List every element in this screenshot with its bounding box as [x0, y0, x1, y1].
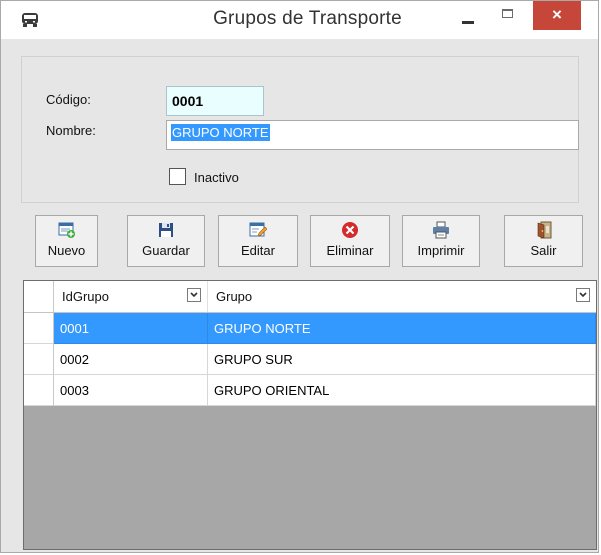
cell-grupo[interactable]: GRUPO NORTE: [208, 313, 596, 344]
chevron-down-icon[interactable]: [187, 288, 201, 302]
main-window: Grupos de Transporte × Código: 0001 Nomb…: [0, 0, 599, 553]
salir-button[interactable]: Salir: [504, 215, 583, 267]
printer-icon: [432, 221, 450, 239]
codigo-field[interactable]: 0001: [166, 86, 264, 116]
table-row[interactable]: 0001 GRUPO NORTE: [24, 313, 596, 344]
nombre-label: Nombre:: [46, 123, 96, 138]
minimize-button[interactable]: [453, 1, 483, 31]
delete-x-icon: [341, 221, 359, 239]
table-row[interactable]: 0002 GRUPO SUR: [24, 344, 596, 375]
column-header-grupo[interactable]: Grupo: [208, 281, 596, 312]
maximize-icon: [502, 9, 513, 18]
imprimir-label: Imprimir: [417, 243, 465, 258]
eliminar-button[interactable]: Eliminar: [310, 215, 390, 267]
cell-grupo[interactable]: GRUPO ORIENTAL: [208, 375, 596, 406]
grid-corner[interactable]: [24, 281, 54, 312]
minimize-icon: [462, 21, 474, 24]
edit-pencil-icon: [249, 221, 268, 239]
maximize-button[interactable]: [493, 1, 523, 31]
inactivo-label[interactable]: Inactivo: [194, 170, 239, 185]
exit-door-icon: [535, 221, 553, 239]
chevron-down-icon[interactable]: [576, 288, 590, 302]
nombre-field[interactable]: GRUPO NORTE: [166, 120, 579, 150]
nuevo-button[interactable]: Nuevo: [35, 215, 98, 267]
salir-label: Salir: [530, 243, 557, 258]
row-header[interactable]: [24, 344, 54, 375]
row-header[interactable]: [24, 375, 54, 406]
column-header-idgrupo[interactable]: IdGrupo: [54, 281, 208, 312]
cell-idgrupo[interactable]: 0002: [54, 344, 208, 375]
eliminar-label: Eliminar: [326, 243, 374, 258]
table-row[interactable]: 0003 GRUPO ORIENTAL: [24, 375, 596, 406]
grid-header: IdGrupo Grupo: [24, 281, 596, 313]
close-button[interactable]: ×: [533, 1, 581, 30]
title-bar[interactable]: Grupos de Transporte ×: [1, 1, 598, 39]
column-header-label: Grupo: [216, 289, 253, 304]
editar-button[interactable]: Editar: [218, 215, 298, 267]
inactivo-checkbox[interactable]: [169, 168, 186, 185]
nuevo-label: Nuevo: [47, 243, 86, 258]
new-document-icon: [58, 221, 76, 239]
column-header-label: IdGrupo: [62, 289, 109, 304]
codigo-label: Código:: [46, 92, 91, 107]
close-icon: ×: [552, 5, 562, 24]
nombre-selected-text: GRUPO NORTE: [171, 124, 270, 141]
imprimir-button[interactable]: Imprimir: [402, 215, 480, 267]
row-header[interactable]: [24, 313, 54, 344]
form-panel: Código: 0001 Nombre: GRUPO NORTE Inactiv…: [21, 56, 579, 203]
data-grid[interactable]: IdGrupo Grupo 0001 GRUPO NORTE 0002 GRUP…: [23, 280, 597, 550]
cell-idgrupo[interactable]: 0001: [54, 313, 208, 344]
guardar-label: Guardar: [142, 243, 190, 258]
save-disk-icon: [157, 221, 175, 239]
cell-grupo[interactable]: GRUPO SUR: [208, 344, 596, 375]
editar-label: Editar: [241, 243, 275, 258]
guardar-button[interactable]: Guardar: [127, 215, 205, 267]
cell-idgrupo[interactable]: 0003: [54, 375, 208, 406]
